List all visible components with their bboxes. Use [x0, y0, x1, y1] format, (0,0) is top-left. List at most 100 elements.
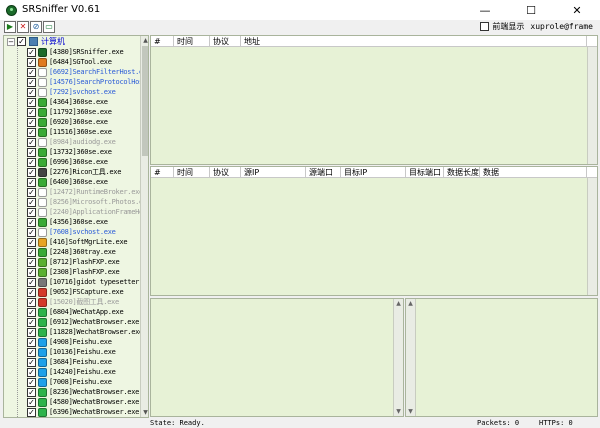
stop-capture-button[interactable]: ✕ — [17, 21, 29, 33]
col-index[interactable]: # — [151, 36, 174, 47]
process-checkbox[interactable]: ✓ — [27, 247, 36, 257]
process-checkbox[interactable]: ✓ — [27, 187, 36, 197]
process-row[interactable]: ✓ [10716]gidot typesetter.exe — [27, 277, 148, 287]
tree-scrollbar[interactable]: ▲ ▼ — [140, 36, 148, 417]
process-row[interactable]: ✓ [7008]Feishu.exe — [27, 377, 112, 387]
process-row[interactable]: ✓ [4380]SRSniffer.exe — [27, 47, 124, 57]
process-row[interactable]: ✓ [3684]Feishu.exe — [27, 357, 112, 367]
process-checkbox[interactable]: ✓ — [27, 237, 36, 247]
process-row[interactable]: ✓ [6804]WeChatApp.exe — [27, 307, 124, 317]
process-checkbox[interactable]: ✓ — [27, 67, 36, 77]
process-checkbox[interactable]: ✓ — [27, 297, 36, 307]
col-dest-ip[interactable]: 目标IP — [341, 167, 406, 178]
process-row[interactable]: ✓ [11792]360se.exe — [27, 107, 112, 117]
minimize-button[interactable]: — — [462, 0, 508, 20]
close-button[interactable]: ✕ — [554, 0, 600, 20]
col-time[interactable]: 时间 — [174, 167, 210, 178]
process-checkbox[interactable]: ✓ — [27, 287, 36, 297]
col-protocol[interactable]: 协议 — [210, 167, 241, 178]
process-checkbox[interactable]: ✓ — [27, 327, 36, 337]
process-row[interactable]: ✓ [7292]svchost.exe — [27, 87, 116, 97]
process-row[interactable]: ✓ [11516]360se.exe — [27, 127, 112, 137]
process-checkbox[interactable]: ✓ — [27, 117, 36, 127]
process-checkbox[interactable]: ✓ — [27, 347, 36, 357]
process-row[interactable]: ✓ [4580]WechatBrowser.exe — [27, 397, 139, 407]
process-row[interactable]: ✓ [4356]360se.exe — [27, 217, 108, 227]
process-checkbox[interactable]: ✓ — [27, 307, 36, 317]
process-checkbox[interactable]: ✓ — [27, 97, 36, 107]
process-checkbox[interactable]: ✓ — [27, 407, 36, 417]
process-checkbox[interactable]: ✓ — [27, 77, 36, 87]
scroll-down-icon[interactable]: ▼ — [407, 408, 414, 415]
process-checkbox[interactable]: ✓ — [27, 397, 36, 407]
process-row[interactable]: ✓ [8984]audiodg.exe — [27, 137, 116, 147]
process-row[interactable]: ✓ [2240]ApplicationFrameHost.exe — [27, 207, 148, 217]
col-dest-port[interactable]: 目标端口 — [406, 167, 444, 178]
process-row[interactable]: ✓ [9052]FSCapture.exe — [27, 287, 124, 297]
process-checkbox[interactable]: ✓ — [27, 277, 36, 287]
connection-scrollbar[interactable] — [587, 47, 597, 164]
hex-view-pane[interactable]: ▲ ▼ — [150, 298, 404, 417]
process-checkbox[interactable]: ✓ — [27, 207, 36, 217]
scroll-up-icon[interactable]: ▲ — [407, 300, 414, 307]
process-row[interactable]: ✓ [6400]360se.exe — [27, 177, 108, 187]
process-row[interactable]: ✓ [6396]WechatBrowser.exe — [27, 407, 139, 417]
process-row[interactable]: ✓ [15020]截图工具.exe — [27, 297, 119, 307]
process-checkbox[interactable]: ✓ — [27, 87, 36, 97]
topmost-checkbox[interactable] — [480, 22, 490, 31]
process-checkbox[interactable]: ✓ — [27, 137, 36, 147]
col-protocol[interactable]: 协议 — [210, 36, 241, 47]
process-row[interactable]: ✓ [2276]Ricon工具.exe — [27, 167, 121, 177]
process-checkbox[interactable]: ✓ — [27, 357, 36, 367]
process-checkbox[interactable]: ✓ — [27, 197, 36, 207]
maximize-button[interactable]: ☐ — [508, 0, 554, 20]
process-row[interactable]: ✓ [10136]Feishu.exe — [27, 347, 116, 357]
process-row[interactable]: ✓ [6484]SGTool.exe — [27, 57, 112, 67]
process-row[interactable]: ✓ [6996]360se.exe — [27, 157, 108, 167]
text-view-pane[interactable]: ▲ ▼ — [405, 298, 598, 417]
process-row[interactable]: ✓ [2248]360tray.exe — [27, 247, 116, 257]
process-row[interactable]: ✓ [8712]FlashFXP.exe — [27, 257, 120, 267]
packet-table[interactable]: # 时间 协议 源IP 源端口 目标IP 目标端口 数据长度 数据 — [150, 166, 598, 296]
process-row[interactable]: ✓ [13732]360se.exe — [27, 147, 112, 157]
packet-scrollbar[interactable] — [587, 178, 597, 295]
process-checkbox[interactable]: ✓ — [27, 217, 36, 227]
process-checkbox[interactable]: ✓ — [27, 257, 36, 267]
tree-root[interactable]: − ✓ 计算机 — [4, 37, 65, 46]
clear-button[interactable]: ⊘ — [30, 21, 42, 33]
process-row[interactable]: ✓ [11828]WechatBrowser.exe — [27, 327, 143, 337]
col-index[interactable]: # — [151, 167, 174, 178]
process-row[interactable]: ✓ [8256]Microsoft.Photos.exe — [27, 197, 148, 207]
collapse-icon[interactable]: − — [7, 37, 15, 46]
process-checkbox[interactable]: ✓ — [27, 147, 36, 157]
hex-view-scrollbar[interactable]: ▲ ▼ — [393, 299, 403, 416]
process-row[interactable]: ✓ [2308]FlashFXP.exe — [27, 267, 120, 277]
scroll-down-icon[interactable]: ▼ — [142, 409, 148, 417]
process-checkbox[interactable]: ✓ — [27, 377, 36, 387]
process-checkbox[interactable]: ✓ — [27, 107, 36, 117]
col-source-ip[interactable]: 源IP — [241, 167, 306, 178]
process-row[interactable]: ✓ [6912]WechatBrowser.exe — [27, 317, 139, 327]
process-row[interactable]: ✓ [6692]SearchFilterHost.exe — [27, 67, 148, 77]
process-checkbox[interactable]: ✓ — [27, 167, 36, 177]
process-row[interactable]: ✓ [7608]svchost.exe — [27, 227, 116, 237]
col-time[interactable]: 时间 — [174, 36, 210, 47]
process-row[interactable]: ✓ [6920]360se.exe — [27, 117, 108, 127]
col-data[interactable]: 数据 — [480, 167, 587, 178]
process-checkbox[interactable]: ✓ — [27, 227, 36, 237]
process-row[interactable]: ✓ [12472]RuntimeBroker.exe — [27, 187, 143, 197]
scroll-up-icon[interactable]: ▲ — [395, 300, 402, 307]
process-checkbox[interactable]: ✓ — [27, 317, 36, 327]
process-checkbox[interactable]: ✓ — [27, 127, 36, 137]
process-checkbox[interactable]: ✓ — [27, 267, 36, 277]
process-tree[interactable]: − ✓ 计算机 ✓ [4380]SRSniffer.exe ✓ [6484]SGToo… — [3, 35, 149, 418]
scroll-up-icon[interactable]: ▲ — [142, 37, 148, 45]
export-button[interactable]: ▭ — [43, 21, 55, 33]
scroll-down-icon[interactable]: ▼ — [395, 408, 402, 415]
col-source-port[interactable]: 源端口 — [306, 167, 341, 178]
connection-table[interactable]: # 时间 协议 地址 — [150, 35, 598, 165]
process-row[interactable]: ✓ [4908]Feishu.exe — [27, 337, 112, 347]
text-view-scrollbar[interactable]: ▲ ▼ — [406, 299, 416, 416]
root-checkbox[interactable]: ✓ — [17, 37, 26, 46]
process-checkbox[interactable]: ✓ — [27, 57, 36, 67]
